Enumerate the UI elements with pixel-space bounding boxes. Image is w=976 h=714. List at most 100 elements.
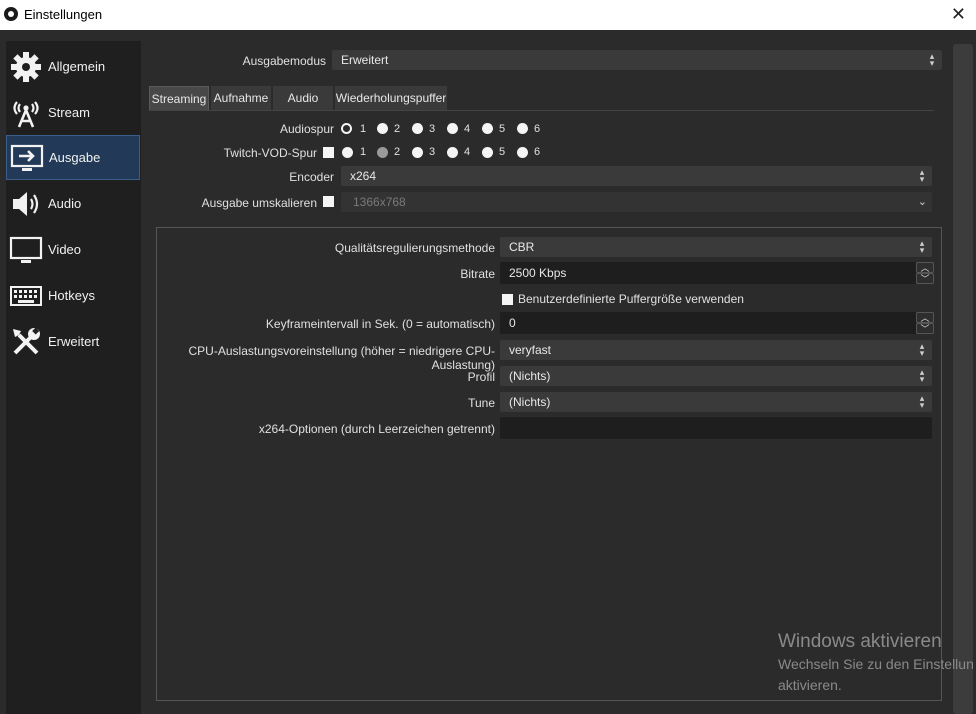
keyboard-icon bbox=[9, 279, 43, 313]
encoder-select[interactable]: x264 ▴ ▾ bbox=[341, 166, 932, 186]
rescale-select[interactable]: 1366x768 ⌄ bbox=[341, 192, 932, 212]
x264-options-input[interactable] bbox=[500, 417, 932, 439]
twitch-vod-option-3: 3 bbox=[429, 146, 436, 158]
settings-content: Ausgabemodus Erweitert ▴ ▾ Streaming Aufn… bbox=[141, 30, 976, 714]
vertical-scrollbar[interactable] bbox=[950, 40, 976, 714]
rate-control-select[interactable]: CBR ▴ ▾ bbox=[500, 237, 932, 257]
chevron-down-icon[interactable]: ﹀ bbox=[916, 273, 934, 284]
tab-wiederholungspuffer[interactable]: Wiederholungspuffer bbox=[335, 86, 447, 110]
sidebar: Allgemein Stream Ausgabe Audio Video Hot… bbox=[0, 30, 141, 714]
keyframe-stepper[interactable]: ︿ ﹀ bbox=[916, 312, 934, 334]
chevron-up-icon[interactable]: ︿ bbox=[916, 312, 934, 323]
twitch-vod-option-5: 5 bbox=[499, 146, 506, 158]
sidebar-item-erweitert[interactable]: Erweitert bbox=[6, 319, 140, 364]
sidebar-item-ausgabe[interactable]: Ausgabe bbox=[6, 135, 140, 180]
twitch-vod-radio-5[interactable] bbox=[482, 147, 493, 158]
select-arrows-icon: ▴ ▾ bbox=[919, 367, 925, 384]
windows-activation-watermark: Windows aktivieren Wechseln Sie zu den E… bbox=[778, 630, 974, 696]
close-button[interactable]: ✕ bbox=[951, 5, 966, 23]
monitor-icon bbox=[9, 233, 43, 267]
audio-track-option-2: 2 bbox=[394, 123, 401, 135]
rate-control-label: Qualitätsregulierungsmethode bbox=[334, 241, 495, 255]
antenna-icon bbox=[9, 96, 43, 130]
twitch-vod-option-4: 4 bbox=[464, 146, 471, 158]
select-arrows-icon: ▴ ▾ bbox=[919, 393, 925, 410]
profile-select[interactable]: (Nichts) ▴ ▾ bbox=[500, 366, 932, 386]
audio-track-radio-4[interactable] bbox=[447, 123, 458, 134]
audio-track-radio-1[interactable] bbox=[341, 123, 352, 134]
bitrate-value: 2500 Kbps bbox=[509, 266, 567, 280]
window-title: Einstellungen bbox=[24, 7, 103, 22]
sidebar-item-stream[interactable]: Stream bbox=[6, 90, 140, 135]
audio-track-label: Audiospur bbox=[279, 122, 334, 136]
scrollbar-thumb[interactable] bbox=[953, 44, 973, 714]
output-icon bbox=[10, 141, 44, 175]
audio-track-option-4: 4 bbox=[464, 123, 471, 135]
sidebar-item-label: Video bbox=[48, 242, 82, 257]
audio-track-option-3: 3 bbox=[429, 123, 436, 135]
twitch-vod-radio-3[interactable] bbox=[412, 147, 423, 158]
profile-label: Profil bbox=[467, 370, 495, 384]
gear-icon bbox=[9, 50, 43, 84]
twitch-vod-checkbox[interactable] bbox=[323, 147, 334, 158]
bitrate-spinbox[interactable]: 2500 Kbps ︿ ﹀ bbox=[500, 262, 934, 284]
keyframe-spinbox[interactable]: 0 ︿ ﹀ bbox=[500, 312, 934, 334]
watermark-line: Wechseln Sie zu den Einstellun bbox=[778, 656, 974, 672]
rescale-value: 1366x768 bbox=[353, 195, 406, 209]
audio-track-option-6: 6 bbox=[534, 123, 541, 135]
tab-streaming[interactable]: Streaming bbox=[149, 86, 209, 110]
tune-value: (Nichts) bbox=[509, 395, 551, 409]
twitch-vod-option-1: 1 bbox=[360, 146, 367, 158]
profile-value: (Nichts) bbox=[509, 369, 551, 383]
sidebar-item-audio[interactable]: Audio bbox=[6, 181, 140, 226]
twitch-vod-radio-4[interactable] bbox=[447, 147, 458, 158]
twitch-vod-radio-1[interactable] bbox=[342, 147, 353, 158]
rate-control-value: CBR bbox=[509, 240, 535, 254]
tab-aufnahme[interactable]: Aufnahme bbox=[211, 86, 271, 110]
tab-audio[interactable]: Audio bbox=[273, 86, 333, 110]
audio-track-radio-6[interactable] bbox=[517, 123, 528, 134]
sidebar-item-label: Ausgabe bbox=[49, 150, 101, 165]
bitrate-stepper[interactable]: ︿ ﹀ bbox=[916, 262, 934, 284]
settings-category-list: Allgemein Stream Ausgabe Audio Video Hot… bbox=[6, 41, 141, 714]
sidebar-item-allgemein[interactable]: Allgemein bbox=[6, 44, 140, 89]
chevron-down-icon[interactable]: ﹀ bbox=[916, 323, 934, 334]
audio-track-radio-2[interactable] bbox=[377, 123, 388, 134]
watermark-title: Windows aktivieren bbox=[778, 631, 942, 652]
sidebar-item-label: Allgemein bbox=[48, 59, 106, 74]
audio-track-radio-5[interactable] bbox=[482, 123, 493, 134]
sidebar-item-label: Hotkeys bbox=[48, 288, 95, 303]
rescale-checkbox[interactable] bbox=[323, 196, 334, 207]
select-arrows-icon: ▴ ▾ bbox=[929, 51, 935, 68]
custom-buffer-checkbox[interactable] bbox=[502, 294, 513, 305]
audio-track-radio-3[interactable] bbox=[412, 123, 423, 134]
select-arrows-icon: ▴ ▾ bbox=[919, 341, 925, 358]
x264-options-label: x264-Optionen (durch Leerzeichen getrenn… bbox=[258, 422, 495, 436]
twitch-vod-label: Twitch-VOD-Spur bbox=[223, 146, 317, 160]
audio-track-option-1: 1 bbox=[360, 123, 367, 135]
encoder-label: Encoder bbox=[289, 170, 334, 184]
watermark-line: aktivieren. bbox=[778, 677, 842, 693]
sidebar-item-hotkeys[interactable]: Hotkeys bbox=[6, 273, 140, 318]
tools-icon bbox=[9, 325, 43, 359]
twitch-vod-option-2: 2 bbox=[394, 146, 401, 158]
tune-select[interactable]: (Nichts) ▴ ▾ bbox=[500, 392, 932, 412]
twitch-vod-radio-2[interactable] bbox=[377, 147, 388, 158]
encoder-value: x264 bbox=[350, 169, 377, 183]
twitch-vod-option-6: 6 bbox=[534, 146, 541, 158]
sidebar-item-video[interactable]: Video bbox=[6, 227, 140, 272]
title-bar: Einstellungen ✕ bbox=[0, 0, 976, 30]
twitch-vod-radio-6[interactable] bbox=[517, 147, 528, 158]
output-mode-label: Ausgabemodus bbox=[242, 54, 326, 68]
output-mode-select[interactable]: Erweitert ▴ ▾ bbox=[332, 50, 942, 70]
chevron-up-icon[interactable]: ︿ bbox=[916, 262, 934, 273]
sidebar-item-label: Erweitert bbox=[48, 334, 100, 349]
cpu-preset-label: CPU-Auslastungsvoreinstellung (höher = n… bbox=[188, 344, 495, 372]
select-arrows-icon: ▴ ▾ bbox=[919, 238, 925, 255]
chevron-down-icon: ⌄ bbox=[917, 196, 927, 208]
select-arrows-icon: ▴ ▾ bbox=[919, 167, 925, 184]
output-mode-value: Erweitert bbox=[341, 53, 389, 67]
cpu-preset-select[interactable]: veryfast ▴ ▾ bbox=[500, 340, 932, 360]
tab-divider bbox=[149, 110, 934, 111]
sidebar-item-label: Stream bbox=[48, 105, 90, 120]
